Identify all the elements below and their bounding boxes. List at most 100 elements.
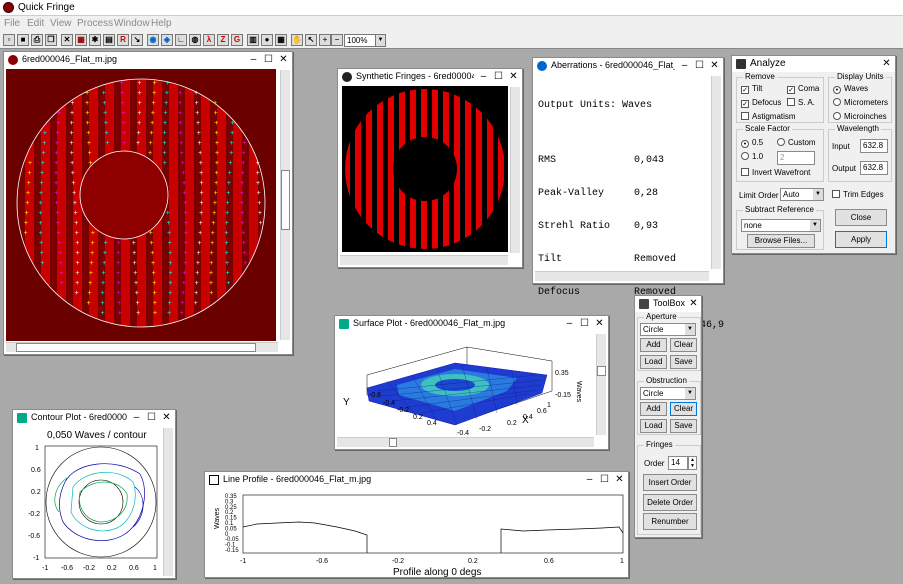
close-button[interactable]: ✕ — [880, 58, 893, 70]
close-dialog-button[interactable]: Close — [835, 209, 887, 226]
menu-edit[interactable]: Edit — [27, 18, 44, 29]
fringe-window[interactable]: 6red000046_Flat_m.jpg – ☐ ✕ + + + + + + + + + + + + + +… — [3, 51, 293, 355]
browse-files-button[interactable]: Browse Files... — [747, 234, 815, 248]
obstruction-load-button[interactable]: Load — [640, 419, 667, 433]
save-icon[interactable]: ■ — [17, 34, 29, 46]
scale-10-radio[interactable]: 1.0 — [741, 152, 763, 161]
minimize-button[interactable]: – — [678, 60, 691, 72]
invert-wavefront-checkbox[interactable]: Invert Wavefront — [741, 168, 810, 177]
obstruction-save-button[interactable]: Save — [670, 419, 697, 433]
aperture-clear-button[interactable]: Clear — [670, 338, 697, 352]
g-icon[interactable]: G — [231, 34, 243, 46]
coma-checkbox[interactable]: ✓ Coma — [787, 84, 819, 94]
sphere-icon[interactable]: ● — [261, 34, 273, 46]
apply-button[interactable]: Apply — [835, 231, 887, 248]
menu-help[interactable]: Help — [151, 18, 172, 29]
obstruction-select[interactable]: Circle ▼ — [640, 387, 696, 400]
fringe-icon[interactable]: ▤ — [103, 34, 115, 46]
histogram-icon[interactable]: ▥ — [247, 34, 259, 46]
close-button[interactable]: ✕ — [277, 54, 290, 66]
aperture-load-button[interactable]: Load — [640, 355, 667, 369]
fringe-marker: + — [75, 260, 79, 267]
tilt-checkbox[interactable]: ✓ Tilt — [741, 84, 762, 94]
maximize-button[interactable]: ☐ — [578, 318, 591, 330]
contour-icon[interactable]: ◍ — [189, 34, 201, 46]
toolbox-window[interactable]: ToolBox ✕ Aperture Circle ▼ Add Clear Load… — [634, 295, 702, 538]
aperture-save-button[interactable]: Save — [670, 355, 697, 369]
close-button[interactable]: ✕ — [613, 474, 626, 486]
renumber-button[interactable]: Renumber — [643, 513, 697, 530]
fringe-image[interactable]: + + + + + + + + + + + + + + + + + + + + + + + + + + + + + + + + + + + + + + + +… — [6, 69, 276, 341]
z-icon[interactable]: Z — [217, 34, 229, 46]
minimize-button[interactable]: – — [563, 318, 576, 330]
fringe-marker: + — [88, 160, 92, 167]
menu-window[interactable]: Window — [114, 18, 150, 29]
synthetic-window[interactable]: Synthetic Fringes - 6red000046... –☐✕ — [337, 68, 523, 268]
aperture-add-button[interactable]: Add — [640, 338, 667, 352]
aberrations-window[interactable]: Aberrations - 6red000046_Flat_... – ☐ ✕ Ou… — [532, 57, 724, 518]
r-icon[interactable]: R — [117, 34, 129, 46]
order-input[interactable]: 14 — [668, 456, 688, 470]
new-icon[interactable]: ▫ — [3, 34, 15, 46]
maximize-button[interactable]: ☐ — [693, 60, 706, 72]
globe-icon[interactable]: ◉ — [147, 34, 159, 46]
surface-icon[interactable]: ◈ — [161, 34, 173, 46]
hand-icon[interactable]: ✋ — [291, 34, 303, 46]
close-button[interactable]: ✕ — [160, 412, 173, 424]
limit-order-select[interactable]: Auto ▼ — [780, 188, 824, 201]
close-button[interactable]: ✕ — [708, 60, 721, 72]
close-button[interactable]: ✕ — [507, 71, 520, 83]
pointer-icon[interactable]: ↖ — [305, 34, 317, 46]
menu-process[interactable]: Process — [77, 18, 113, 29]
micrometers-radio[interactable]: Micrometers — [833, 98, 888, 107]
fringe-marker: + — [73, 200, 77, 207]
maximize-button[interactable]: ☐ — [262, 54, 275, 66]
copy-icon[interactable]: ❐ — [45, 34, 57, 46]
order-spinner[interactable]: ▲ ▼ — [688, 456, 697, 470]
line-icon[interactable]: ∟ — [175, 34, 187, 46]
surface-plot-window[interactable]: Surface Plot - 6red000046_Flat_m.jpg – ☐ ✕… — [334, 315, 609, 450]
minimize-button[interactable]: – — [477, 71, 490, 83]
print-icon[interactable]: ⎙ — [31, 34, 43, 46]
insert-order-button[interactable]: Insert Order — [643, 474, 697, 491]
contour-plot-window[interactable]: Contour Plot - 6red0000... – ☐ ✕ 0,050 Wav… — [12, 409, 176, 579]
subtract-reference-select[interactable]: none ▼ — [741, 219, 821, 232]
line-profile-window[interactable]: Line Profile - 6red000046_Flat_m.jpg – ☐ ✕… — [204, 471, 629, 578]
maximize-button[interactable]: ☐ — [598, 474, 611, 486]
maximize-button[interactable]: ☐ — [145, 412, 158, 424]
custom-radio[interactable]: Custom — [777, 138, 816, 147]
defocus-checkbox[interactable]: ✓ Defocus — [741, 98, 781, 108]
microinches-radio[interactable]: Microinches — [833, 112, 887, 121]
table-icon[interactable]: ▦ — [275, 34, 287, 46]
maximize-button[interactable]: ☐ — [492, 71, 505, 83]
chevron-down-icon: ▼ — [375, 35, 385, 46]
analyze-dialog[interactable]: Analyze ✕ Remove ✓ Tilt ✓ Coma ✓ Defocus S. … — [731, 55, 896, 254]
minimize-button[interactable]: – — [247, 54, 260, 66]
obstruction-clear-button[interactable]: Clear — [670, 402, 697, 416]
minimize-button[interactable]: – — [130, 412, 143, 424]
zoom-in-icon[interactable]: + — [319, 34, 331, 46]
menu-file[interactable]: File — [4, 18, 20, 29]
waves-radio[interactable]: • Waves — [833, 84, 868, 94]
delete-order-button[interactable]: Delete Order — [643, 494, 697, 511]
tools-icon[interactable]: ✕ — [61, 34, 73, 46]
grid-icon[interactable]: ▦ — [75, 34, 87, 46]
scale-05-radio[interactable]: • 0.5 — [741, 138, 763, 148]
aperture-select[interactable]: Circle ▼ — [640, 323, 696, 336]
trim-edges-checkbox[interactable]: Trim Edges — [832, 190, 884, 199]
lambda-icon[interactable]: λ — [203, 34, 215, 46]
zoom-out-icon[interactable]: − — [331, 34, 343, 46]
sa-checkbox[interactable]: S. A. — [787, 98, 815, 107]
arrow-icon[interactable]: ↘ — [131, 34, 143, 46]
wavelength-input[interactable]: 632.8 — [860, 139, 888, 153]
close-button[interactable]: ✕ — [593, 318, 606, 330]
custom-scale-input[interactable]: 2 — [777, 151, 815, 165]
astigmatism-checkbox[interactable]: Astigmatism — [741, 112, 796, 121]
obstruction-add-button[interactable]: Add — [640, 402, 667, 416]
close-button[interactable]: ✕ — [687, 298, 700, 310]
minimize-button[interactable]: – — [583, 474, 596, 486]
mark-icon[interactable]: ✱ — [89, 34, 101, 46]
menu-view[interactable]: View — [50, 18, 72, 29]
zoom-select[interactable]: 100% ▼ — [344, 34, 386, 47]
wavelength-output[interactable]: 632.8 — [860, 161, 888, 175]
